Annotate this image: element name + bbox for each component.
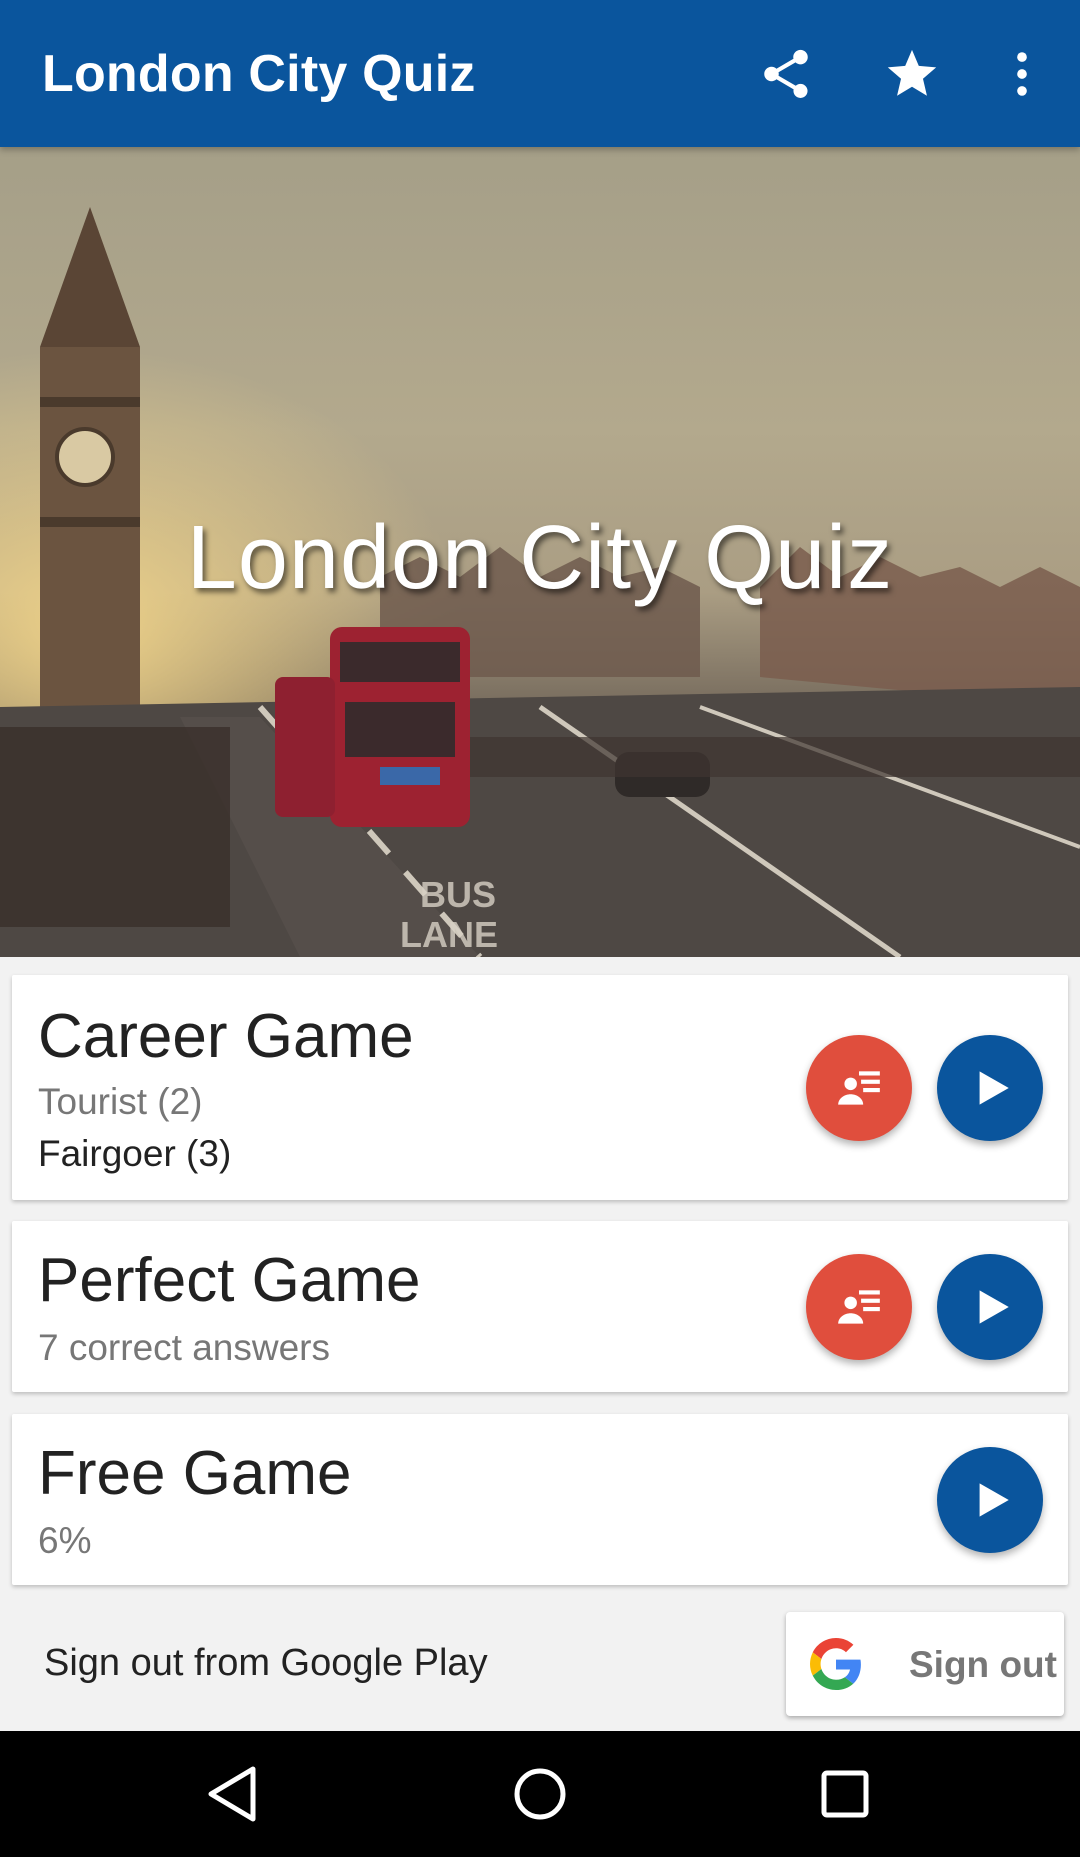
svg-text:LANE: LANE	[400, 914, 498, 955]
app-bar: London City Quiz	[0, 0, 1080, 147]
career-game-rank-next: Fairgoer (3)	[38, 1133, 232, 1174]
free-game-title: Free Game	[38, 1439, 352, 1508]
career-game-title: Career Game	[38, 1002, 414, 1071]
leaderboard-icon	[838, 1071, 880, 1105]
perfect-game-title: Perfect Game	[38, 1246, 421, 1315]
perfect-play-button[interactable]	[937, 1254, 1043, 1360]
hero-banner: BUS LANE London City Quiz	[0, 147, 1080, 957]
perfect-game-card: Perfect Game 7 correct answers	[12, 1221, 1068, 1392]
play-icon	[979, 1483, 1009, 1517]
google-g-icon	[810, 1638, 861, 1690]
career-leaderboard-button[interactable]	[806, 1035, 912, 1141]
free-game-progress: 6%	[38, 1520, 92, 1561]
system-navigation-bar	[0, 1731, 1080, 1857]
career-game-card: Career Game Tourist (2) Fairgoer (3)	[12, 975, 1068, 1200]
star-icon[interactable]	[878, 40, 946, 108]
recents-square-icon[interactable]	[812, 1761, 878, 1827]
signout-button-label: Sign out	[909, 1644, 1057, 1685]
perfect-game-subtitle: 7 correct answers	[38, 1327, 330, 1368]
play-icon	[979, 1071, 1009, 1105]
google-signout-button[interactable]: Sign out	[786, 1612, 1064, 1716]
leaderboard-icon	[838, 1290, 880, 1324]
svg-text:BUS: BUS	[420, 874, 496, 915]
share-icon[interactable]	[752, 40, 820, 108]
perfect-leaderboard-button[interactable]	[806, 1254, 912, 1360]
more-vert-icon[interactable]	[988, 40, 1056, 108]
app-title: London City Quiz	[42, 45, 476, 103]
career-game-rank-current: Tourist (2)	[38, 1081, 203, 1122]
free-play-button[interactable]	[937, 1447, 1043, 1553]
free-game-card: Free Game 6%	[12, 1414, 1068, 1585]
back-triangle-icon[interactable]	[203, 1761, 269, 1827]
home-circle-icon[interactable]	[507, 1761, 573, 1827]
play-icon	[979, 1290, 1009, 1324]
career-play-button[interactable]	[937, 1035, 1043, 1141]
hero-title: London City Quiz	[186, 508, 894, 608]
signout-label: Sign out from Google Play	[44, 1642, 488, 1684]
